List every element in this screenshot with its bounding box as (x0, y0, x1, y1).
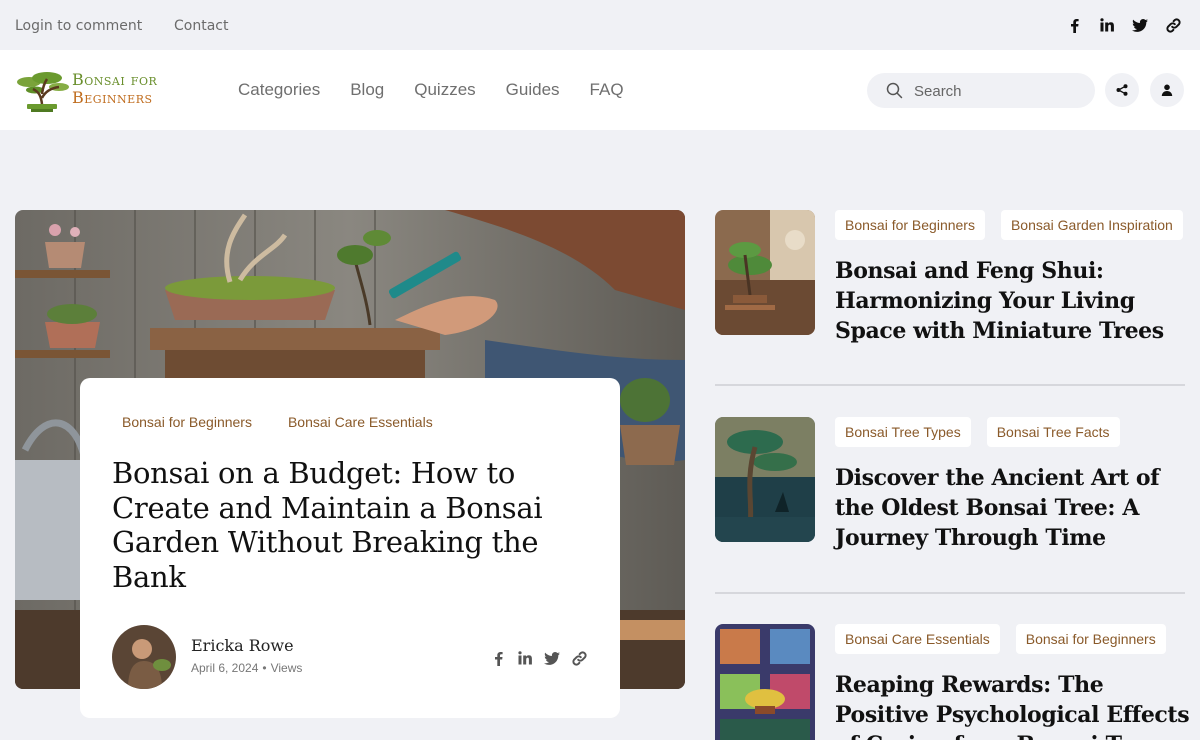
share-button[interactable] (1105, 73, 1139, 107)
article-title[interactable]: Reaping Rewards: The Positive Psychologi… (835, 670, 1197, 740)
facebook-icon[interactable] (1065, 14, 1083, 36)
list-divider (715, 384, 1185, 386)
views-label: Views (270, 661, 303, 675)
linkedin-icon[interactable] (1098, 14, 1116, 36)
social-links (1065, 14, 1182, 36)
logo-line-2: Beginners (72, 88, 153, 107)
site-header: Bonsai for Beginners Categories Blog Qui… (0, 50, 1200, 130)
share-icon (1116, 84, 1128, 96)
logo-line-1: Bonsai for (72, 70, 158, 89)
search-box (867, 73, 1095, 108)
site-logo[interactable]: Bonsai for Beginners (15, 68, 190, 114)
featured-tag[interactable]: Bonsai Care Essentials (288, 414, 433, 430)
search-icon (886, 82, 903, 103)
publish-date: April 6, 2024 (191, 661, 259, 675)
nav-guides[interactable]: Guides (506, 80, 560, 100)
article-thumbnail[interactable] (715, 624, 815, 740)
logo-wordmark: Bonsai for Beginners (72, 71, 157, 107)
nav-blog[interactable]: Blog (350, 80, 384, 100)
linkedin-icon[interactable] (516, 647, 534, 669)
article-tag[interactable]: Bonsai for Beginners (1015, 624, 1166, 654)
article-title[interactable]: Bonsai and Feng Shui: Harmonizing Your L… (835, 256, 1197, 346)
ancient-bonsai-image (715, 417, 815, 542)
list-divider (715, 592, 1185, 594)
nav-faq[interactable]: FAQ (590, 80, 624, 100)
article-title[interactable]: Discover the Ancient Art of the Oldest B… (835, 463, 1197, 553)
article-tag[interactable]: Bonsai for Beginners (835, 210, 985, 240)
featured-title[interactable]: Bonsai on a Budget: How to Create and Ma… (112, 456, 582, 594)
main-nav: Categories Blog Quizzes Guides FAQ (238, 80, 624, 100)
article-tags: Bonsai Tree Types Bonsai Tree Facts (835, 417, 1120, 447)
search-input[interactable] (914, 80, 1084, 102)
author-name[interactable]: Ericka Rowe (191, 636, 294, 655)
bonsai-logo-icon (17, 72, 69, 112)
nav-categories[interactable]: Categories (238, 80, 320, 100)
featured-article-card: Bonsai for Beginners Bonsai Care Essenti… (80, 378, 620, 718)
nav-quizzes[interactable]: Quizzes (414, 80, 475, 100)
user-icon (1161, 84, 1173, 96)
featured-share-links (489, 647, 588, 669)
article-tags: Bonsai for Beginners Bonsai Garden Inspi… (835, 210, 1183, 240)
top-utility-bar: Login to comment Contact (0, 0, 1200, 50)
article-thumbnail[interactable] (715, 210, 815, 335)
user-account-button[interactable] (1150, 73, 1184, 107)
link-icon[interactable] (1164, 14, 1182, 36)
link-icon[interactable] (570, 647, 588, 669)
twitter-icon[interactable] (543, 647, 561, 669)
twitter-icon[interactable] (1131, 14, 1149, 36)
author-avatar[interactable] (112, 625, 176, 689)
article-tags: Bonsai Care Essentials Bonsai for Beginn… (835, 624, 1166, 654)
meta-separator: • (262, 661, 267, 675)
article-tag[interactable]: Bonsai Care Essentials (835, 624, 1000, 654)
author-photo (112, 625, 176, 689)
contact-link[interactable]: Contact (174, 18, 228, 34)
feng-shui-room-image (715, 210, 815, 335)
article-thumbnail[interactable] (715, 417, 815, 542)
article-tag[interactable]: Bonsai Tree Facts (986, 417, 1120, 447)
article-tag[interactable]: Bonsai Garden Inspiration (1000, 210, 1183, 240)
login-link[interactable]: Login to comment (15, 18, 142, 34)
featured-tags: Bonsai for Beginners Bonsai Care Essenti… (122, 414, 433, 430)
featured-tag[interactable]: Bonsai for Beginners (122, 414, 252, 430)
bonsai-collage-image (715, 624, 815, 740)
facebook-icon[interactable] (489, 647, 507, 669)
article-tag[interactable]: Bonsai Tree Types (835, 417, 971, 447)
article-meta: April 6, 2024 • Views (191, 661, 302, 675)
